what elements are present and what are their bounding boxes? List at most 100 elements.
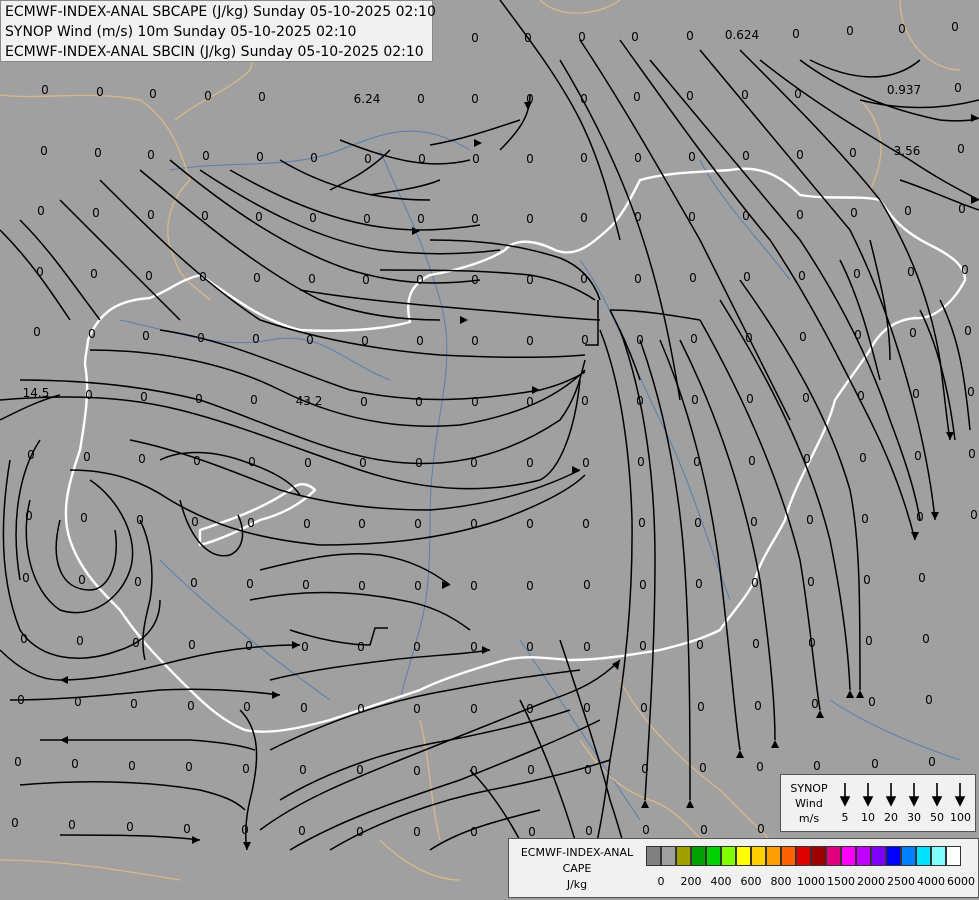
cape-value-label: 0 (803, 452, 811, 466)
cape-value-label: 0 (642, 823, 650, 837)
cape-legend-title-line1: ECMWF-INDEX-ANAL (520, 846, 634, 859)
cape-value-label: 0 (92, 206, 100, 220)
cape-value-label: 0 (470, 579, 478, 593)
cape-value-label: 0 (694, 516, 702, 530)
cape-value-label: 0 (147, 208, 155, 222)
cape-value-label: 0 (526, 212, 534, 226)
cape-value-label: 0 (68, 818, 76, 832)
cape-value-label: 0 (37, 204, 45, 218)
cape-value-label: 0 (245, 639, 253, 653)
title-line-cin: ECMWF-INDEX-ANAL SBCIN (J/kg) Sunday 05-… (5, 44, 424, 60)
cape-swatch (811, 846, 826, 866)
cape-value-label: 0 (33, 325, 41, 339)
cape-value-label: 0 (916, 510, 924, 524)
cape-value-label: 0 (528, 825, 536, 839)
cape-value-label: 0 (854, 328, 862, 342)
cape-value-label: 0 (865, 634, 873, 648)
cape-value-label: 0 (964, 324, 972, 338)
cape-swatch (871, 846, 886, 866)
cape-value-label: 0 (134, 575, 142, 589)
cape-value-label: 0 (898, 22, 906, 36)
cape-value-label: 0 (582, 517, 590, 531)
cape-value-label: 0 (136, 513, 144, 527)
cape-value-label: 0 (471, 31, 479, 45)
cape-value-label: 0 (128, 759, 136, 773)
cape-value-label: 0 (961, 263, 969, 277)
wind-speed-10: 10 (861, 811, 875, 824)
cape-swatch (646, 846, 661, 866)
cape-value-label: 0 (846, 24, 854, 38)
cape-value-label: 0 (204, 89, 212, 103)
wind-speed-20: 20 (884, 811, 898, 824)
cape-value-label: 0.624 (724, 28, 760, 42)
cape-value-label: 0 (526, 517, 534, 531)
cape-value-label: 0 (745, 331, 753, 345)
cape-value-label: 0 (472, 152, 480, 166)
cape-value-label: 0 (585, 824, 593, 838)
cape-value-label: 0 (187, 699, 195, 713)
cape-value-label: 0 (582, 456, 590, 470)
cape-value-label: 14.5 (22, 386, 50, 400)
cape-value-label: 0 (356, 763, 364, 777)
synop-wind-legend: SYNOP Wind m/s 5 10 20 30 50 100 (780, 774, 976, 832)
cape-value-label: 0 (811, 697, 819, 711)
cape-value-label: 3.56 (893, 144, 921, 158)
cape-value-label: 0 (471, 395, 479, 409)
cape-value-label: 0 (746, 392, 754, 406)
cape-swatch (736, 846, 751, 866)
cape-value-label: 0 (414, 579, 422, 593)
cape-value-label: 0 (742, 209, 750, 223)
cape-value-label: 0 (85, 388, 93, 402)
cape-value-label: 0 (415, 395, 423, 409)
cape-legend-title-line2: CAPE (562, 862, 592, 875)
cape-value-label: 0 (638, 516, 646, 530)
cape-value-label: 0 (90, 267, 98, 281)
cape-value-label: 0 (413, 825, 421, 839)
cape-swatch (796, 846, 811, 866)
cape-value-label: 0 (580, 151, 588, 165)
cape-value-label: 0 (918, 571, 926, 585)
cape-value-label: 0 (138, 452, 146, 466)
cape-value-label: 0 (418, 152, 426, 166)
cape-value-label: 0 (88, 327, 96, 341)
cape-value-label: 0 (308, 272, 316, 286)
cape-value-label: 0 (142, 329, 150, 343)
cape-value-label: 0 (147, 148, 155, 162)
cape-value-label: 0 (689, 271, 697, 285)
cape-value-label: 0 (691, 393, 699, 407)
cape-value-label: 0 (688, 210, 696, 224)
cape-value-label: 0 (41, 83, 49, 97)
cape-value-label: 0 (580, 272, 588, 286)
cape-value-label: 0 (470, 702, 478, 716)
cape-value-label: 0 (356, 825, 364, 839)
cape-value-label: 0 (359, 456, 367, 470)
map-title-box: ECMWF-INDEX-ANAL SBCAPE (J/kg) Sunday 05… (0, 0, 436, 62)
cape-value-label: 0 (849, 146, 857, 160)
cape-value-label: 0 (71, 757, 79, 771)
cape-value-label: 0 (76, 634, 84, 648)
cape-value-label: 0 (358, 579, 366, 593)
cape-value-label: 0 (907, 265, 915, 279)
cape-value-label: 0 (526, 456, 534, 470)
synop-legend-title: SYNOP Wind m/s (785, 781, 833, 826)
cape-value-label: 0 (798, 269, 806, 283)
cape-value-label: 0 (20, 632, 28, 646)
cape-value-label: 0 (640, 701, 648, 715)
cape-value-label: 0 (25, 509, 33, 523)
cape-value-label: 0 (751, 576, 759, 590)
cape-value-label: 0 (871, 757, 879, 771)
cape-value-label: 0 (813, 759, 821, 773)
cape-value-label: 0 (364, 152, 372, 166)
cape-value-label: 0 (526, 579, 534, 593)
streamlines (0, 0, 979, 861)
cape-value-label: 0 (243, 700, 251, 714)
cape-value-label: 0 (188, 638, 196, 652)
cape-swatch (931, 846, 946, 866)
cape-value-label: 0 (639, 578, 647, 592)
country-border (64, 167, 967, 733)
cape-value-label: 0 (247, 516, 255, 530)
cape-value-label: 0 (796, 148, 804, 162)
cape-value-label: 0 (868, 695, 876, 709)
cape-value-label: 0 (807, 575, 815, 589)
cape-value-label: 0 (688, 150, 696, 164)
